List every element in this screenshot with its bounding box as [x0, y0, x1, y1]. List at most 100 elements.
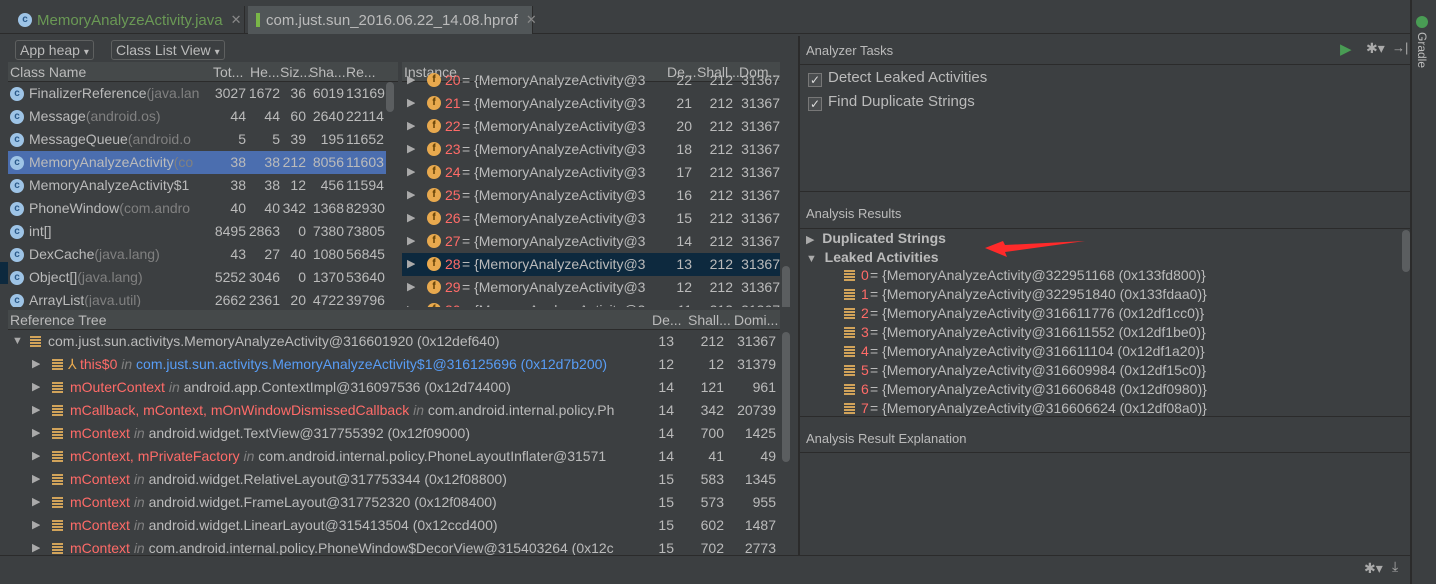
- class-name: ArrayList: [29, 292, 85, 307]
- class-icon: c: [10, 132, 24, 147]
- class-icon: c: [10, 293, 24, 307]
- tab-memoryanalyzeactivity-java[interactable]: c MemoryAnalyzeActivity.java ✕: [10, 6, 245, 34]
- reference-row[interactable]: ▶ mContext in android.widget.FrameLayout@…: [8, 491, 780, 514]
- reference-row[interactable]: ▶ mContext in android.widget.LinearLayout…: [8, 514, 780, 537]
- col-shallow[interactable]: Sha...: [309, 62, 346, 81]
- heap-dropdown[interactable]: App heap ▾: [15, 40, 94, 60]
- leaked-activity-row[interactable]: 4 = {MemoryAnalyzeActivity@316611104 (0x…: [844, 342, 1344, 361]
- class-row[interactable]: c MessageQueue (android.o 5 5 39 195 11652: [8, 128, 386, 151]
- col-class-name[interactable]: Class Name: [10, 62, 86, 81]
- editor-tab-bar: c MemoryAnalyzeActivity.java ✕ com.just.…: [0, 0, 1410, 34]
- col-reference-tree[interactable]: Reference Tree: [10, 310, 107, 329]
- scrollbar[interactable]: [782, 332, 790, 462]
- close-icon[interactable]: ✕: [231, 12, 242, 28]
- expand-arrow-icon[interactable]: ▶: [407, 299, 415, 307]
- expand-arrow-icon[interactable]: ▶: [407, 276, 415, 299]
- leaked-activity-row[interactable]: 6 = {MemoryAnalyzeActivity@316606848 (0x…: [844, 380, 1344, 399]
- col-size[interactable]: Siz...: [280, 62, 311, 81]
- red-arrow-icon: [985, 241, 1085, 257]
- expand-arrow-icon[interactable]: ▶: [407, 115, 415, 138]
- scrollbar[interactable]: [1402, 230, 1410, 272]
- class-row[interactable]: c MemoryAnalyzeActivity$1 38 38 12 456 11594: [8, 174, 386, 197]
- expand-arrow-icon[interactable]: ▶: [407, 92, 415, 115]
- class-row[interactable]: c PhoneWindow (com.andro 40 40 342 1368 82930: [8, 197, 386, 220]
- expand-arrow-icon[interactable]: ▶: [32, 399, 40, 422]
- reference-row[interactable]: ▶ mContext in android.widget.TextView@317…: [8, 422, 780, 445]
- hide-panel-icon[interactable]: →|: [1392, 40, 1408, 55]
- col-total[interactable]: Tot...: [213, 62, 243, 81]
- hide-icon[interactable]: ⤓: [1392, 558, 1398, 575]
- class-row[interactable]: c Message (android.os) 44 44 60 2640 22114: [8, 105, 386, 128]
- leaked-activity-row[interactable]: 1 = {MemoryAnalyzeActivity@322951840 (0x…: [844, 285, 1344, 304]
- expand-arrow-icon[interactable]: ▶: [32, 537, 40, 555]
- col-heap[interactable]: He...: [250, 62, 280, 81]
- expand-arrow-icon[interactable]: ▶: [407, 184, 415, 207]
- instance-row[interactable]: ▶ f 29 = {MemoryAnalyzeActivity@3 12 212 3136…: [402, 276, 780, 299]
- instance-value: = {MemoryAnalyzeActivity@3: [462, 233, 646, 249]
- expand-arrow-icon[interactable]: ▶: [32, 353, 40, 376]
- expand-arrow-icon[interactable]: ▶: [32, 468, 40, 491]
- expand-arrow-icon[interactable]: ▶: [407, 69, 415, 92]
- expand-arrow-icon[interactable]: ▶: [407, 207, 415, 230]
- class-row[interactable]: c ArrayList (java.util) 2662 2361 20 4722 3979…: [8, 289, 386, 307]
- expand-arrow-icon[interactable]: ▶: [32, 491, 40, 514]
- reference-row[interactable]: ▶ this$0 in com.just.sun.activitys.Memory…: [8, 353, 780, 376]
- class-list-table: Class Name Tot... He... Siz... Sha... Re…: [8, 62, 398, 307]
- gradle-icon[interactable]: [1416, 16, 1428, 28]
- class-row[interactable]: c FinalizerReference (java.lan 3027 1672 36 6…: [8, 82, 386, 105]
- expand-arrow-icon[interactable]: ▶: [407, 138, 415, 161]
- reference-row[interactable]: ▶ mContext, mPrivateFactory in com.androi…: [8, 445, 780, 468]
- instance-row[interactable]: ▶ f 20 = {MemoryAnalyzeActivity@3 22 212 3136…: [402, 69, 780, 92]
- instance-row[interactable]: ▶ f 24 = {MemoryAnalyzeActivity@3 17 212 3136…: [402, 161, 780, 184]
- expand-arrow-icon[interactable]: ▶: [32, 445, 40, 468]
- col-retained[interactable]: Re...: [346, 62, 376, 81]
- col-shallow[interactable]: Shall...: [688, 310, 731, 329]
- cell-total: 2662: [214, 292, 246, 307]
- leaked-activity-row[interactable]: 5 = {MemoryAnalyzeActivity@316609984 (0x…: [844, 361, 1344, 380]
- reference-row[interactable]: ▶ mContext in com.android.internal.policy…: [8, 537, 780, 555]
- class-row[interactable]: c Object[] (java.lang) 5252 3046 0 1370 53640: [8, 266, 386, 289]
- leaked-index: 6: [861, 381, 869, 397]
- instance-row[interactable]: ▶ f 27 = {MemoryAnalyzeActivity@3 14 212 3136…: [402, 230, 780, 253]
- gradle-tool-button[interactable]: Gradle: [1415, 32, 1429, 68]
- instance-row[interactable]: ▶ f 25 = {MemoryAnalyzeActivity@3 16 212 3136…: [402, 184, 780, 207]
- leaked-value: = {MemoryAnalyzeActivity@316611552 (0x12…: [870, 324, 1206, 340]
- gear-icon[interactable]: ✱▾: [1366, 40, 1385, 57]
- run-icon[interactable]: ▶: [1340, 40, 1352, 58]
- class-row[interactable]: c int[] 8495 2863 0 7380 73805: [8, 220, 386, 243]
- expand-arrow-icon[interactable]: ▶: [407, 161, 415, 184]
- cell-depth: 16: [676, 187, 692, 203]
- cell-size: 36: [290, 85, 306, 101]
- leaked-activity-row[interactable]: 2 = {MemoryAnalyzeActivity@316611776 (0x…: [844, 304, 1344, 323]
- reference-row[interactable]: ▶ mOuterContext in android.app.ContextImp…: [8, 376, 780, 399]
- scrollbar[interactable]: [386, 82, 394, 112]
- scrollbar[interactable]: [782, 266, 790, 307]
- col-depth[interactable]: De...: [652, 310, 682, 329]
- instance-index: 21: [445, 95, 461, 111]
- close-icon[interactable]: ✕: [526, 12, 537, 28]
- reference-row[interactable]: ▶ mCallback, mContext, mOnWindowDismissed…: [8, 399, 780, 422]
- instance-row[interactable]: ▶ f 26 = {MemoryAnalyzeActivity@3 15 212 3136…: [402, 207, 780, 230]
- class-row[interactable]: c MemoryAnalyzeActivity (co 38 38 212 8056 116…: [8, 151, 386, 174]
- collapse-arrow-icon[interactable]: ▼: [12, 330, 23, 353]
- view-dropdown[interactable]: Class List View ▾: [111, 40, 225, 60]
- expand-arrow-icon[interactable]: ▶: [32, 514, 40, 537]
- instance-row[interactable]: ▶ f 21 = {MemoryAnalyzeActivity@3 21 212 3136…: [402, 92, 780, 115]
- expand-arrow-icon[interactable]: ▶: [407, 253, 415, 276]
- instance-row[interactable]: ▶ f 23 = {MemoryAnalyzeActivity@3 18 212 3136…: [402, 138, 780, 161]
- reference-text: mOuterContext in android.app.ContextImpl…: [70, 376, 648, 399]
- col-dominating[interactable]: Domi...: [734, 310, 778, 329]
- reference-root-row[interactable]: ▼ com.just.sun.activitys.MemoryAnalyzeAct…: [8, 330, 780, 353]
- expand-arrow-icon[interactable]: ▶: [407, 230, 415, 253]
- reference-row[interactable]: ▶ mContext in android.widget.RelativeLayo…: [8, 468, 780, 491]
- instance-row[interactable]: ▶ f 30 = {MemoryAnalyzeActivity@311 2123136…: [402, 299, 780, 307]
- leaked-activity-row[interactable]: 3 = {MemoryAnalyzeActivity@316611552 (0x…: [844, 323, 1344, 342]
- tab-hprof[interactable]: com.just.sun_2016.06.22_14.08.hprof ✕: [248, 6, 537, 34]
- instance-row[interactable]: ▶ f 28 = {MemoryAnalyzeActivity@3 13 212 3136…: [402, 253, 780, 276]
- field-icon: [844, 346, 855, 357]
- expand-arrow-icon[interactable]: ▶: [32, 376, 40, 399]
- instance-row[interactable]: ▶ f 22 = {MemoryAnalyzeActivity@3 20 212 3136…: [402, 115, 780, 138]
- gear-icon[interactable]: ✱▾: [1364, 560, 1383, 577]
- class-row[interactable]: c DexCache (java.lang) 43 27 40 1080 56845: [8, 243, 386, 266]
- expand-arrow-icon[interactable]: ▶: [32, 422, 40, 445]
